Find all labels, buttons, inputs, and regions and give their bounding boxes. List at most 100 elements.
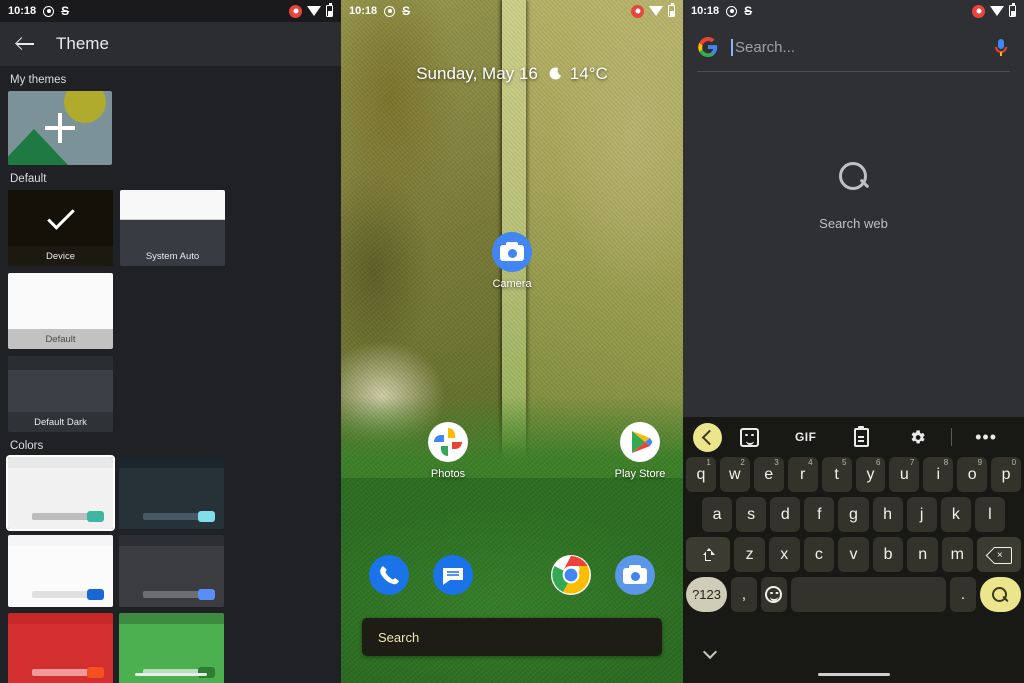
key-a[interactable]: a	[702, 497, 732, 532]
search-web-label: Search web	[683, 216, 1024, 231]
key-w[interactable]: 2w	[720, 457, 750, 492]
app-camera[interactable]: Camera	[477, 232, 547, 290]
swatch-body	[119, 546, 224, 607]
key-label: t	[834, 466, 838, 484]
emoji-key[interactable]	[761, 577, 787, 612]
swatch-bar	[32, 669, 89, 676]
space-key[interactable]	[791, 577, 946, 612]
key-c[interactable]: c	[804, 537, 835, 572]
chrome-icon[interactable]	[551, 555, 591, 595]
key-number-hint: 0	[1012, 458, 1016, 467]
key-label: y	[866, 466, 874, 484]
key-u[interactable]: 7u	[889, 457, 919, 492]
sticker-icon[interactable]	[722, 428, 778, 447]
weather-widget[interactable]: Sunday, May 16 14°C	[341, 64, 683, 84]
key-s[interactable]: s	[736, 497, 766, 532]
key-r[interactable]: 4r	[788, 457, 818, 492]
status-bar-right	[631, 5, 675, 18]
color-swatch[interactable]	[8, 613, 113, 683]
key-number-hint: 4	[808, 458, 812, 467]
color-swatch[interactable]	[8, 457, 113, 529]
key-t[interactable]: 5t	[822, 457, 852, 492]
status-bar-right	[289, 5, 333, 18]
key-v[interactable]: v	[838, 537, 869, 572]
default-theme-row: Device System Auto Default	[8, 190, 333, 349]
color-swatch[interactable]	[119, 535, 224, 607]
theme-card-system-auto[interactable]: System Auto	[120, 190, 225, 266]
key-z[interactable]: z	[734, 537, 765, 572]
page-title: Theme	[56, 34, 109, 54]
search-input[interactable]: Search...	[731, 31, 980, 63]
key-e[interactable]: 3e	[754, 457, 784, 492]
s-icon: S	[61, 4, 69, 18]
key-k[interactable]: k	[941, 497, 971, 532]
add-theme-tile[interactable]	[8, 91, 112, 165]
color-swatch[interactable]	[119, 457, 224, 529]
back-chevron-icon[interactable]	[693, 423, 722, 452]
status-bar-right	[972, 5, 1016, 18]
key-l[interactable]: l	[975, 497, 1005, 532]
home-search-bar[interactable]: Search	[362, 618, 662, 656]
swatch-top	[119, 613, 224, 624]
symbols-key[interactable]: ?123	[686, 577, 727, 612]
period-key[interactable]: .	[950, 577, 976, 612]
camera-icon[interactable]	[615, 555, 655, 595]
key-h[interactable]: h	[873, 497, 903, 532]
key-number-hint: 6	[876, 458, 880, 467]
swatch-top	[8, 613, 113, 624]
swatch-bar	[143, 513, 200, 520]
shift-key[interactable]	[686, 537, 730, 572]
key-d[interactable]: d	[770, 497, 800, 532]
target-icon	[43, 6, 54, 17]
app-photos[interactable]: Photos	[413, 422, 483, 480]
chevron-down-icon[interactable]	[705, 647, 717, 659]
messages-icon[interactable]	[433, 555, 473, 595]
theme-card-default-dark[interactable]: Default Dark	[8, 356, 113, 432]
key-i[interactable]: 8i	[923, 457, 953, 492]
key-n[interactable]: n	[907, 537, 938, 572]
status-bar-left: 10:18 S	[8, 4, 69, 18]
battery-icon	[668, 5, 675, 17]
key-j[interactable]: j	[907, 497, 937, 532]
app-play-store[interactable]: Play Store	[605, 422, 675, 480]
comma-key[interactable]: ,	[731, 577, 757, 612]
my-themes-label: My themes	[8, 66, 333, 91]
google-photos-icon	[428, 422, 468, 462]
key-o[interactable]: 9o	[957, 457, 987, 492]
key-x[interactable]: x	[769, 537, 800, 572]
key-y[interactable]: 6y	[856, 457, 886, 492]
theme-card-label: Default	[8, 329, 113, 349]
status-bar-left: 10:18 S	[691, 4, 752, 18]
key-label: e	[764, 466, 773, 484]
wifi-icon	[649, 6, 663, 16]
back-arrow-icon[interactable]	[16, 34, 36, 54]
key-p[interactable]: 0p	[991, 457, 1021, 492]
search-screen: 10:18 S Search...	[683, 0, 1024, 683]
key-g[interactable]: g	[838, 497, 868, 532]
gif-button[interactable]: GIF	[778, 430, 834, 444]
theme-card-default[interactable]: Default	[8, 273, 113, 349]
key-label: q	[696, 466, 705, 484]
microphone-icon[interactable]	[992, 38, 1010, 56]
clipboard-icon[interactable]	[834, 428, 890, 447]
colors-grid	[8, 457, 333, 683]
home-indicator	[135, 673, 207, 676]
theme-card-device[interactable]: Device	[8, 190, 113, 266]
key-f[interactable]: f	[804, 497, 834, 532]
backspace-key[interactable]: ×	[977, 537, 1021, 572]
settings-gear-icon[interactable]	[889, 428, 945, 447]
phone-icon[interactable]	[369, 555, 409, 595]
enter-search-key[interactable]	[980, 577, 1021, 612]
search-placeholder: Search...	[735, 39, 795, 56]
screenshot-root: 10:18 S Theme My themes Default	[0, 0, 1024, 683]
dock	[341, 555, 683, 595]
status-time: 10:18	[8, 5, 36, 17]
weather-temperature: 14°C	[570, 64, 608, 84]
camera-icon	[492, 232, 532, 272]
key-m[interactable]: m	[942, 537, 973, 572]
overflow-menu-icon[interactable]: •••	[958, 433, 1014, 441]
color-swatch[interactable]	[8, 535, 113, 607]
key-b[interactable]: b	[873, 537, 904, 572]
status-bar-left: 10:18 S	[349, 4, 410, 18]
key-q[interactable]: 1q	[686, 457, 716, 492]
